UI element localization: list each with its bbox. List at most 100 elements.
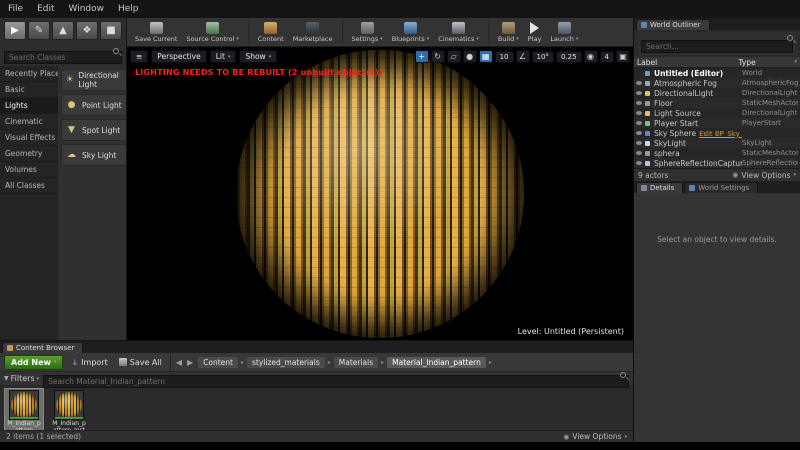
breadcrumb-materials[interactable]: Materials (333, 356, 379, 368)
breadcrumb-stylized-materials[interactable]: stylized_materials (247, 356, 325, 368)
launch-button[interactable]: Launch ▾ (550, 21, 578, 43)
asset-m-indian-pattern[interactable]: M_Indian_pattern (4, 388, 44, 436)
outliner-row-directionallight[interactable]: DirectionalLight DirectionalLight (634, 88, 800, 98)
visibility-eye-icon[interactable] (636, 151, 642, 155)
category-basic[interactable]: Basic (0, 82, 58, 98)
visibility-eye-icon[interactable] (636, 141, 642, 145)
category-volumes[interactable]: Volumes (0, 162, 58, 178)
menu-window[interactable]: Window (69, 4, 105, 14)
outliner-search-input[interactable] (641, 40, 793, 53)
chevron-down-icon: ▾ (793, 172, 796, 178)
outliner-row-skylight[interactable]: SkyLight SkyLight (634, 138, 800, 148)
camera-speed-icon[interactable]: ◉ (583, 50, 598, 63)
rotation-snap-value[interactable]: 10° (531, 50, 554, 63)
save-current-button[interactable]: Save Current (135, 21, 177, 43)
tab-details[interactable]: Details (636, 182, 684, 193)
visibility-eye-icon[interactable] (636, 101, 642, 105)
3d-viewport[interactable]: ≡ Perspective Lit▾ Show▾ + ↻ ▱ ● ▦ 10 (127, 47, 633, 340)
viewport-options-button[interactable]: ≡ (130, 50, 149, 63)
menu-help[interactable]: Help (118, 4, 139, 14)
placement-directional-light[interactable]: ☀ Directional Light (61, 69, 126, 91)
maximize-viewport-icon[interactable]: ▣ (616, 50, 630, 63)
source-control-button[interactable]: Source Control ▾ (186, 21, 239, 43)
column-label[interactable]: Label (637, 58, 738, 67)
outliner-row-world[interactable]: Untitled (Editor) World (634, 68, 800, 78)
outliner-row-atmospheric-fog[interactable]: Atmospheric Fog AtmosphericFog (634, 78, 800, 88)
category-geometry[interactable]: Geometry (0, 146, 58, 162)
outliner-row-sphera[interactable]: sphera StaticMeshActor (634, 148, 800, 158)
outliner-view-options-button[interactable]: ◉ View Options ▾ (732, 171, 796, 180)
menu-file[interactable]: File (8, 4, 23, 14)
chevron-down-icon: ▾ (624, 433, 627, 440)
outliner-row-player-start[interactable]: Player Start PlayerStart (634, 118, 800, 128)
column-options-icon[interactable]: ▾ (794, 59, 797, 65)
asset-m-indian-pattern-inst[interactable]: M_Indian_pattern_Inst (49, 388, 89, 436)
chevron-right-icon: ▸ (327, 358, 331, 366)
asset-search-input[interactable] (43, 375, 629, 388)
forward-arrow-icon[interactable]: ▶ (187, 358, 193, 367)
placement-spot-light[interactable]: ▼ Spot Light (61, 119, 126, 141)
visibility-eye-icon[interactable] (636, 81, 642, 85)
visibility-eye-icon[interactable] (636, 161, 642, 165)
player-start-icon (645, 120, 650, 126)
outliner-row-sky-sphere[interactable]: Sky Sphere Edit BP_Sky_Sph (634, 128, 800, 138)
placement-sky-light[interactable]: ☁ Sky Light (61, 144, 126, 166)
content-button[interactable]: Content (258, 21, 284, 43)
category-recently-placed[interactable]: Recently Placed (0, 66, 58, 82)
play-button[interactable]: Play (528, 21, 541, 43)
marketplace-button[interactable]: Marketplace (293, 21, 333, 43)
category-lights[interactable]: Lights (0, 98, 58, 114)
material-preview-sphere (236, 49, 524, 338)
breadcrumb-content[interactable]: Content (198, 356, 238, 368)
menu-edit[interactable]: Edit (37, 4, 54, 14)
level-name-label: Level: Untitled (Persistent) (517, 327, 624, 336)
visibility-eye-icon[interactable] (636, 131, 642, 135)
rotate-tool-icon[interactable]: ↻ (430, 50, 445, 63)
chevron-right-icon: ▸ (488, 358, 492, 366)
translate-tool-icon[interactable]: + (414, 50, 429, 63)
place-mode-icon[interactable]: ▶ (4, 21, 26, 40)
blueprints-button[interactable]: Blueprints ▾ (392, 21, 429, 43)
visibility-eye-icon[interactable] (636, 91, 642, 95)
visibility-eye-icon[interactable] (636, 111, 642, 115)
edit-blueprint-link[interactable]: Edit BP_Sky_Sph (699, 130, 742, 138)
landscape-mode-icon[interactable]: ▲ (52, 21, 74, 40)
outliner-row-sphere-reflection-capture[interactable]: SphereReflectionCapture SphereReflection… (634, 158, 800, 168)
save-all-button[interactable]: Save All (116, 356, 165, 369)
camera-mode-button[interactable]: Perspective (151, 50, 207, 63)
grid-snap-icon[interactable]: ▦ (478, 50, 493, 63)
category-visual-effects[interactable]: Visual Effects (0, 130, 58, 146)
tab-world-outliner[interactable]: World Outliner (636, 19, 710, 30)
tab-content-browser[interactable]: Content Browser (2, 342, 84, 353)
foliage-mode-icon[interactable]: ❖ (76, 21, 98, 40)
grid-snap-value[interactable]: 10 (494, 50, 514, 63)
column-type[interactable]: Type (738, 58, 794, 67)
outliner-row-light-source[interactable]: Light Source DirectionalLight (634, 108, 800, 118)
placement-point-light[interactable]: ● Point Light (61, 94, 126, 116)
world-space-icon[interactable]: ● (462, 50, 477, 63)
show-flags-button[interactable]: Show ▾ (239, 50, 278, 63)
rotation-snap-icon[interactable]: ∠ (515, 50, 530, 63)
settings-button[interactable]: Settings ▾ (352, 21, 383, 43)
add-new-button[interactable]: Add New ▾ (4, 354, 64, 370)
filters-button[interactable]: ▼ Filters ▾ (4, 374, 39, 383)
paint-mode-icon[interactable]: ✎ (28, 21, 50, 40)
category-cinematic[interactable]: Cinematic (0, 114, 58, 130)
build-button[interactable]: Build ▾ (498, 21, 519, 43)
visibility-eye-icon[interactable] (636, 121, 642, 125)
outliner-row-floor[interactable]: Floor StaticMeshActor (634, 98, 800, 108)
cb-view-options-button[interactable]: ◉ View Options ▾ (563, 432, 627, 441)
tab-world-settings[interactable]: World Settings (684, 182, 759, 193)
category-all-classes[interactable]: All Classes (0, 178, 58, 194)
modes-search-input[interactable] (4, 51, 122, 64)
breadcrumb-material-indian-pattern[interactable]: Material_Indian_pattern (387, 356, 486, 368)
view-mode-button[interactable]: Lit ▾ (209, 50, 237, 63)
camera-speed-value[interactable]: 4 (599, 50, 614, 63)
geometry-mode-icon[interactable]: ■ (100, 21, 122, 40)
directional-light-icon: ☀ (65, 75, 74, 85)
scale-snap-value[interactable]: 0.25 (555, 50, 582, 63)
cinematics-button[interactable]: Cinematics ▾ (438, 21, 479, 43)
back-arrow-icon[interactable]: ◀ (176, 358, 182, 367)
scale-tool-icon[interactable]: ▱ (446, 50, 461, 63)
import-button[interactable]: ↓ Import (68, 356, 110, 369)
